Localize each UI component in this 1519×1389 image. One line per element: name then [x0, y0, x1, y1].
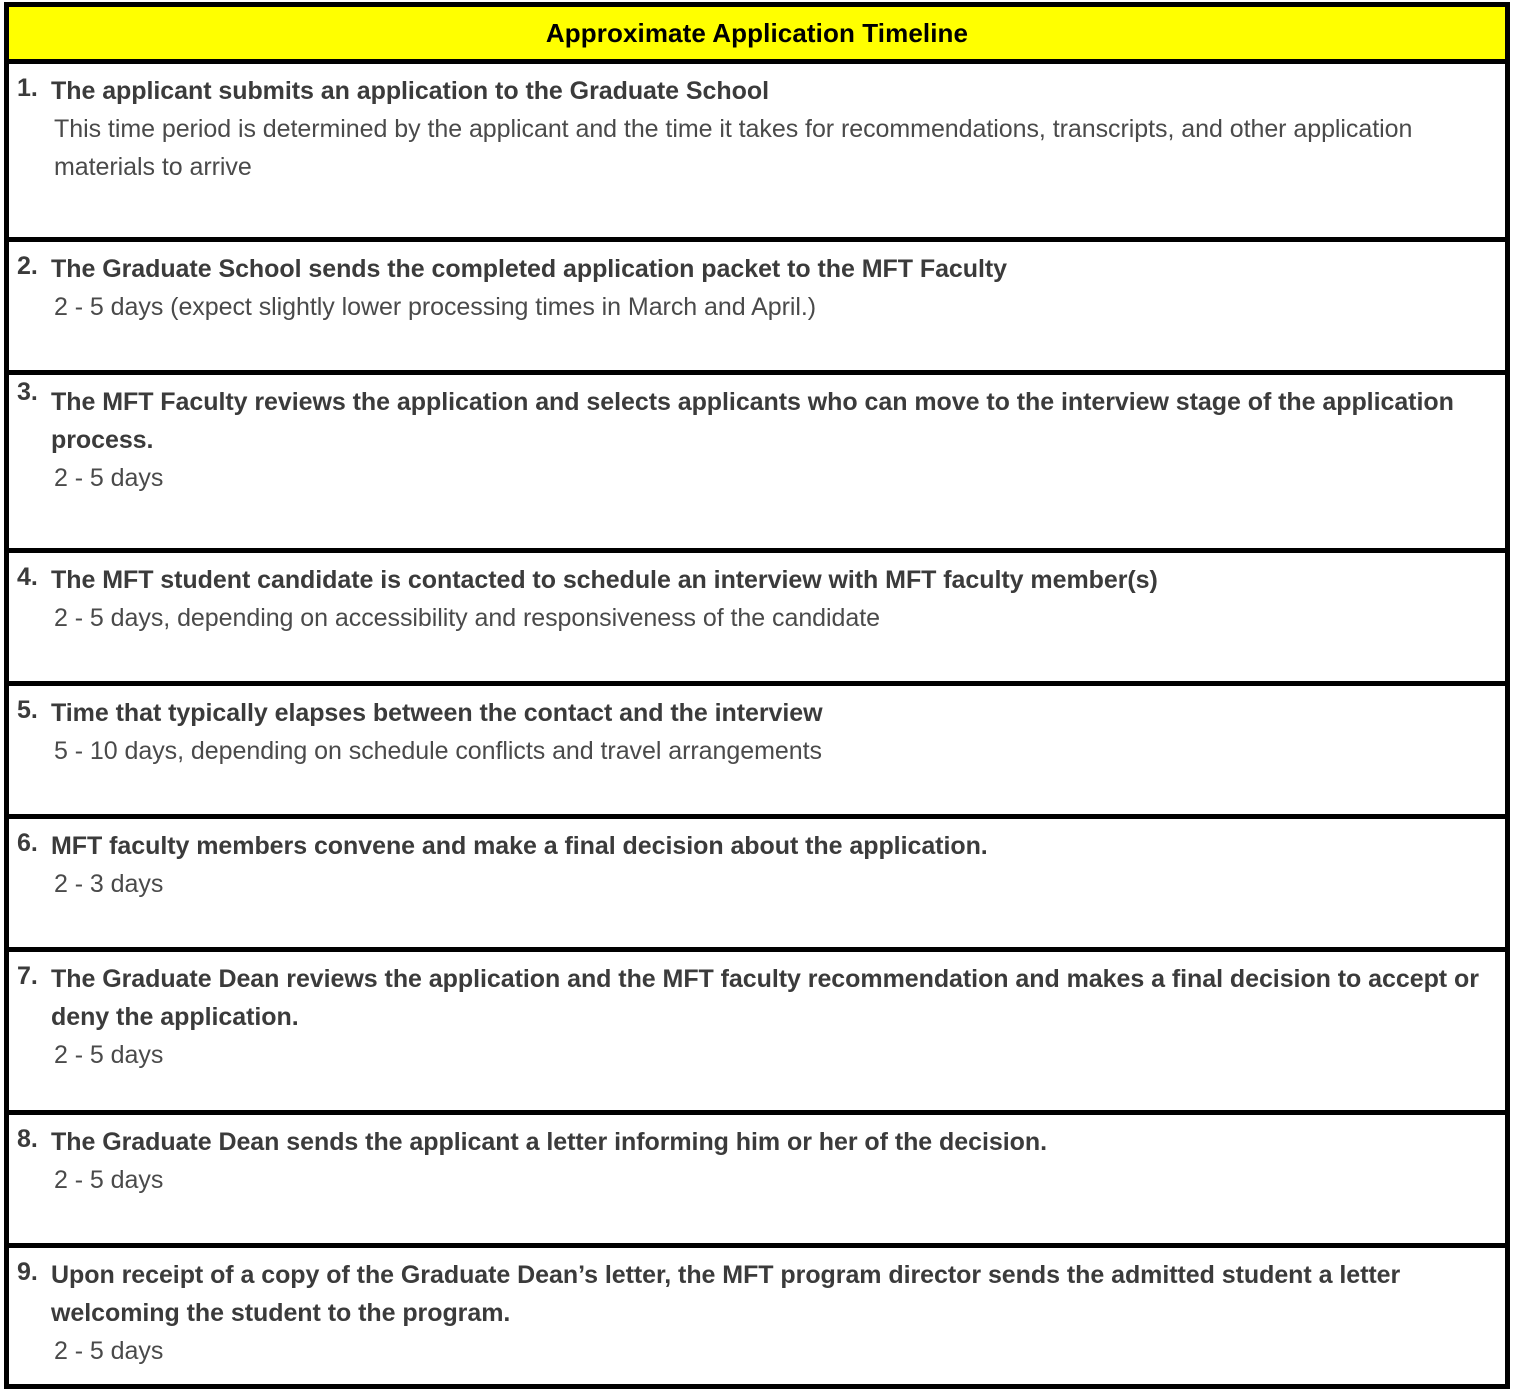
step-cell-8: 8. The Graduate Dean sends the applicant…	[4, 1112, 1510, 1248]
step-cell-3: 3. The MFT Faculty reviews the applicati…	[4, 372, 1510, 553]
step-title-3: The MFT Faculty reviews the application …	[51, 388, 1454, 454]
table-row: 1. The applicant submits an application …	[4, 61, 1510, 242]
step-number-8: 8.	[17, 1125, 38, 1153]
step-content-1: 1. The applicant submits an application …	[9, 64, 1505, 237]
step-line-6: 6. MFT faculty members convene and make …	[9, 827, 1495, 903]
step-number-7: 7.	[17, 962, 38, 990]
step-content-2: 2. The Graduate School sends the complet…	[9, 242, 1505, 370]
step-content-3: 3. The MFT Faculty reviews the applicati…	[9, 375, 1505, 548]
step-content-9: 9. Upon receipt of a copy of the Graduat…	[9, 1248, 1505, 1384]
table-row: 2. The Graduate School sends the complet…	[4, 239, 1510, 375]
step-cell-4: 4. The MFT student candidate is contacte…	[4, 550, 1510, 686]
table-row: 9. Upon receipt of a copy of the Graduat…	[4, 1245, 1510, 1389]
table-row: 6. MFT faculty members convene and make …	[4, 816, 1510, 952]
step-number-4: 4.	[17, 563, 38, 591]
step-number-6: 6.	[17, 829, 38, 857]
step-detail-6: 2 - 3 days	[54, 870, 164, 898]
step-content-6: 6. MFT faculty members convene and make …	[9, 819, 1505, 947]
step-title-2: The Graduate School sends the completed …	[51, 255, 1008, 283]
step-line-9: 9. Upon receipt of a copy of the Graduat…	[9, 1256, 1495, 1370]
step-line-4: 4. The MFT student candidate is contacte…	[9, 561, 1495, 637]
table-row: 4. The MFT student candidate is contacte…	[4, 550, 1510, 686]
page-title: Approximate Application Timeline	[545, 18, 969, 48]
step-line-7: 7. The Graduate Dean reviews the applica…	[9, 960, 1495, 1074]
step-number-2: 2.	[17, 252, 38, 280]
step-line-8: 8. The Graduate Dean sends the applicant…	[9, 1123, 1495, 1199]
step-title-8: The Graduate Dean sends the applicant a …	[51, 1128, 1047, 1156]
step-body-7: The Graduate Dean reviews the applicatio…	[51, 960, 1495, 1074]
step-number-9: 9.	[17, 1258, 38, 1286]
step-cell-9: 9. Upon receipt of a copy of the Graduat…	[4, 1245, 1510, 1389]
step-content-7: 7. The Graduate Dean reviews the applica…	[9, 952, 1505, 1110]
table-row: 3. The MFT Faculty reviews the applicati…	[4, 372, 1510, 553]
step-cell-6: 6. MFT faculty members convene and make …	[4, 816, 1510, 952]
step-body-3: The MFT Faculty reviews the application …	[51, 383, 1495, 497]
step-line-3: 3. The MFT Faculty reviews the applicati…	[9, 378, 1495, 497]
step-body-1: The applicant submits an application to …	[51, 72, 1495, 186]
table-row: 7. The Graduate Dean reviews the applica…	[4, 949, 1510, 1115]
step-number-1: 1.	[17, 74, 38, 102]
step-detail-5: 5 - 10 days, depending on schedule confl…	[54, 737, 822, 765]
step-cell-5: 5. Time that typically elapses between t…	[4, 683, 1510, 819]
step-detail-2: 2 - 5 days (expect slightly lower proces…	[54, 293, 817, 321]
step-detail-4: 2 - 5 days, depending on accessibility a…	[54, 604, 881, 632]
timeline-header-cell: Approximate Application Timeline	[4, 2, 1510, 64]
step-detail-8: 2 - 5 days	[54, 1166, 164, 1194]
table-row: 8. The Graduate Dean sends the applicant…	[4, 1112, 1510, 1248]
step-cell-1: 1. The applicant submits an application …	[4, 61, 1510, 242]
step-body-4: The MFT student candidate is contacted t…	[51, 561, 1495, 637]
step-cell-2: 2. The Graduate School sends the complet…	[4, 239, 1510, 375]
step-line-2: 2. The Graduate School sends the complet…	[9, 250, 1495, 326]
step-body-8: The Graduate Dean sends the applicant a …	[51, 1123, 1495, 1199]
step-title-5: Time that typically elapses between the …	[51, 699, 823, 727]
application-timeline-table: Approximate Application Timeline 1. The …	[4, 2, 1510, 1389]
step-body-5: Time that typically elapses between the …	[51, 694, 1495, 770]
step-title-7: The Graduate Dean reviews the applicatio…	[51, 965, 1479, 1031]
step-body-6: MFT faculty members convene and make a f…	[51, 827, 1495, 903]
step-number-5: 5.	[17, 696, 38, 724]
step-line-5: 5. Time that typically elapses between t…	[9, 694, 1495, 770]
step-detail-7: 2 - 5 days	[54, 1041, 164, 1069]
step-body-9: Upon receipt of a copy of the Graduate D…	[51, 1256, 1495, 1370]
step-detail-9: 2 - 5 days	[54, 1337, 164, 1365]
step-content-4: 4. The MFT student candidate is contacte…	[9, 553, 1505, 681]
step-line-1: 1. The applicant submits an application …	[9, 72, 1495, 186]
step-title-9: Upon receipt of a copy of the Graduate D…	[51, 1261, 1401, 1327]
step-title-4: The MFT student candidate is contacted t…	[51, 566, 1158, 594]
step-number-3: 3.	[17, 378, 38, 406]
step-body-2: The Graduate School sends the completed …	[51, 250, 1495, 326]
table-row: 5. Time that typically elapses between t…	[4, 683, 1510, 819]
step-detail-1: This time period is determined by the ap…	[54, 115, 1413, 181]
step-content-5: 5. Time that typically elapses between t…	[9, 686, 1505, 814]
timeline-header-row: Approximate Application Timeline	[4, 2, 1510, 64]
step-cell-7: 7. The Graduate Dean reviews the applica…	[4, 949, 1510, 1115]
step-title-1: The applicant submits an application to …	[51, 77, 769, 105]
step-title-6: MFT faculty members convene and make a f…	[51, 832, 988, 860]
step-content-8: 8. The Graduate Dean sends the applicant…	[9, 1115, 1505, 1243]
step-detail-3: 2 - 5 days	[54, 464, 164, 492]
